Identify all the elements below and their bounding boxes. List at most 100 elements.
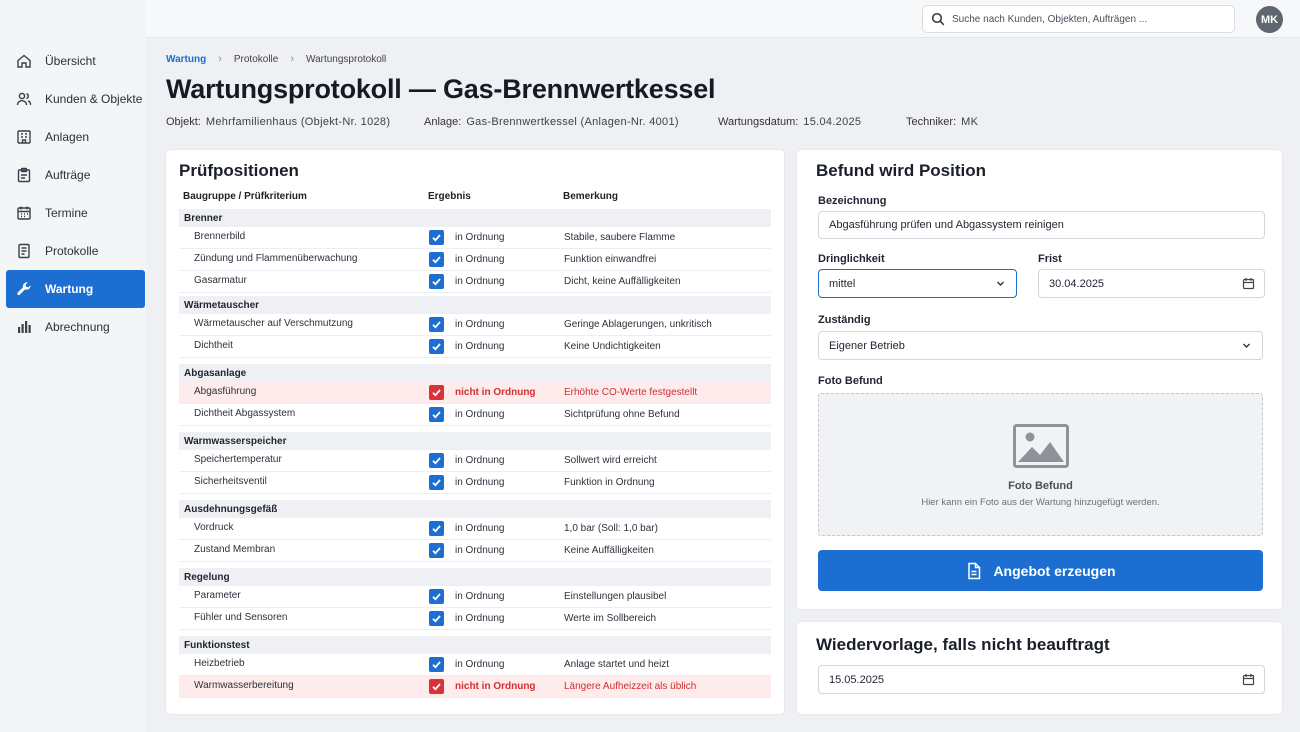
check-icon bbox=[431, 387, 442, 398]
sidebar-item-auftraege[interactable]: Aufträge bbox=[6, 156, 145, 194]
result-label: in Ordnung bbox=[455, 232, 505, 243]
sidebar-item-uebersicht[interactable]: Übersicht bbox=[6, 42, 145, 80]
result-checkbox[interactable] bbox=[429, 453, 444, 468]
result-checkbox[interactable] bbox=[429, 339, 444, 354]
deadline-label: Frist bbox=[1038, 253, 1062, 265]
result-checkbox[interactable] bbox=[429, 657, 444, 672]
urgency-select[interactable]: mittel bbox=[818, 269, 1017, 298]
deadline-field[interactable]: 30.04.2025 bbox=[1038, 269, 1265, 298]
remark-text: Geringe Ablagerungen, unkritisch bbox=[564, 319, 712, 330]
responsible-select[interactable]: Eigener Betrieb bbox=[818, 331, 1263, 360]
result-label: in Ordnung bbox=[455, 409, 505, 420]
result-checkbox[interactable] bbox=[429, 317, 444, 332]
criterion-label: Zustand Membran bbox=[194, 544, 276, 555]
meta-anlage: Anlage: Gas-Brennwertkessel (Anlagen-Nr. … bbox=[424, 116, 679, 128]
meta-label: Objekt: bbox=[166, 116, 201, 128]
check-icon bbox=[431, 591, 442, 602]
remark-text: Funktion in Ordnung bbox=[564, 477, 655, 488]
result-checkbox[interactable] bbox=[429, 274, 444, 289]
breadcrumb: Wartung › Protokolle › Wartungsprotokoll bbox=[166, 53, 386, 65]
result-checkbox[interactable] bbox=[429, 385, 444, 400]
group-header: Abgasanlage bbox=[179, 364, 771, 382]
meta-value: 15.04.2025 bbox=[803, 116, 862, 128]
urgency-value: mittel bbox=[829, 277, 856, 290]
chevron-down-icon bbox=[997, 281, 1004, 286]
criterion-label: Heizbetrieb bbox=[194, 658, 245, 669]
search-bar[interactable] bbox=[922, 5, 1235, 33]
wrench-icon bbox=[17, 282, 31, 296]
avatar[interactable]: MK bbox=[1256, 6, 1283, 33]
sidebar-item-kunden[interactable]: Kunden & Objekte bbox=[6, 80, 145, 118]
designation-field[interactable]: Abgasführung prüfen und Abgassystem rein… bbox=[818, 211, 1265, 239]
sidebar-item-anlagen[interactable]: Anlagen bbox=[6, 118, 145, 156]
create-offer-label: Angebot erzeugen bbox=[993, 562, 1116, 579]
column-header-ergebnis: Ergebnis bbox=[428, 191, 471, 202]
result-checkbox[interactable] bbox=[429, 407, 444, 422]
result-checkbox[interactable] bbox=[429, 611, 444, 626]
sidebar-item-abrechnung[interactable]: Abrechnung bbox=[6, 308, 145, 346]
meta-value: MK bbox=[961, 116, 979, 128]
finding-title: Befund wird Position bbox=[816, 161, 986, 180]
calendar-icon[interactable] bbox=[1242, 673, 1255, 686]
table-row: Dichtheit in Ordnung Keine Undichtigkeiten bbox=[179, 336, 771, 358]
remark-text: Keine Auffälligkeiten bbox=[564, 545, 654, 556]
meta-label: Wartungsdatum: bbox=[718, 116, 799, 128]
create-offer-button[interactable]: Angebot erzeugen bbox=[818, 550, 1263, 591]
breadcrumb-protokolle[interactable]: Protokolle bbox=[234, 54, 278, 65]
sidebar-item-wartung[interactable]: Wartung bbox=[6, 270, 145, 308]
search-input[interactable] bbox=[952, 13, 1222, 25]
designation-label: Bezeichnung bbox=[818, 195, 887, 207]
result-label: in Ordnung bbox=[455, 545, 505, 556]
column-header-bemerkung: Bemerkung bbox=[563, 191, 619, 202]
calendar-icon[interactable] bbox=[1242, 277, 1255, 290]
sidebar-item-protokolle[interactable]: Protokolle bbox=[6, 232, 145, 270]
result-label: in Ordnung bbox=[455, 319, 505, 330]
topbar: MK bbox=[146, 0, 1300, 38]
result-label: nicht in Ordnung bbox=[455, 681, 536, 692]
meta-objekt: Objekt: Mehrfamilienhaus (Objekt-Nr. 1028… bbox=[166, 116, 390, 128]
followup-title: Wiedervorlage, falls nicht beauftragt bbox=[816, 635, 1110, 654]
check-icon bbox=[431, 681, 442, 692]
responsible-value: Eigener Betrieb bbox=[829, 339, 905, 352]
remark-text: Sichtprüfung ohne Befund bbox=[564, 409, 680, 420]
check-icon bbox=[431, 545, 442, 556]
table-row: Gasarmatur in Ordnung Dicht, keine Auffäll… bbox=[179, 271, 771, 293]
check-icon bbox=[431, 409, 442, 420]
sidebar-item-label: Wartung bbox=[45, 282, 94, 296]
criterion-label: Fühler und Sensoren bbox=[194, 612, 288, 623]
document-icon bbox=[18, 243, 30, 259]
remark-text: Sollwert wird erreicht bbox=[564, 455, 657, 466]
result-checkbox[interactable] bbox=[429, 543, 444, 558]
result-label: in Ordnung bbox=[455, 659, 505, 670]
result-label: in Ordnung bbox=[455, 341, 505, 352]
table-row: Brennerbild in Ordnung Stabile, saubere Fl… bbox=[179, 227, 771, 249]
check-icon bbox=[431, 659, 442, 670]
sidebar-item-termine[interactable]: Termine bbox=[6, 194, 145, 232]
check-icon bbox=[431, 276, 442, 287]
followup-date-field[interactable]: 15.05.2025 bbox=[818, 665, 1265, 694]
result-checkbox[interactable] bbox=[429, 252, 444, 267]
result-label: in Ordnung bbox=[455, 254, 505, 265]
result-checkbox[interactable] bbox=[429, 521, 444, 536]
chevron-right-icon: › bbox=[218, 53, 222, 65]
criterion-label: Wärmetauscher auf Verschmutzung bbox=[194, 318, 353, 329]
criterion-label: Warmwasserbereitung bbox=[194, 680, 294, 691]
remark-text: Erhöhte CO-Werte festgestellt bbox=[564, 387, 698, 398]
result-checkbox[interactable] bbox=[429, 679, 444, 694]
result-checkbox[interactable] bbox=[429, 589, 444, 604]
remark-text: Stabile, saubere Flamme bbox=[564, 232, 676, 243]
result-label: in Ordnung bbox=[455, 613, 505, 624]
table-row: Speichertemperatur in Ordnung Sollwert wir… bbox=[179, 450, 771, 472]
remark-text: Werte im Sollbereich bbox=[564, 613, 657, 624]
breadcrumb-wartung[interactable]: Wartung bbox=[166, 54, 206, 65]
criterion-label: Dichtheit Abgassystem bbox=[194, 408, 296, 419]
photo-dropzone[interactable]: Foto Befund Hier kann ein Foto aus der W… bbox=[818, 393, 1263, 536]
remark-text: Dicht, keine Auffälligkeiten bbox=[564, 276, 681, 287]
followup-date-value: 15.05.2025 bbox=[829, 673, 885, 686]
remark-text: Anlage startet und heizt bbox=[564, 659, 670, 670]
result-label: in Ordnung bbox=[455, 523, 505, 534]
group-header: Brenner bbox=[179, 209, 771, 227]
sidebar-item-label: Aufträge bbox=[45, 168, 91, 182]
result-checkbox[interactable] bbox=[429, 230, 444, 245]
result-checkbox[interactable] bbox=[429, 475, 444, 490]
